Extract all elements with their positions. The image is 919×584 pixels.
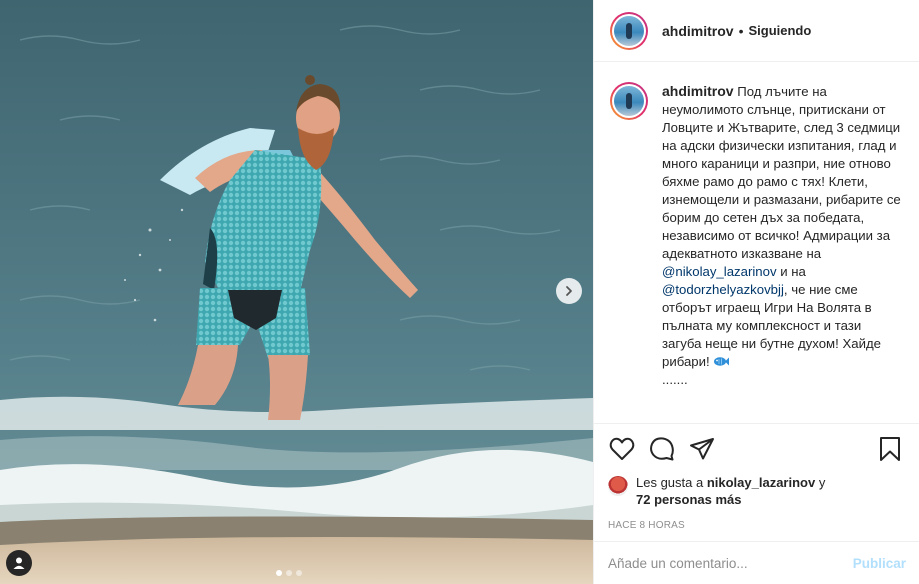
bookmark-icon bbox=[880, 437, 900, 461]
carousel-dot bbox=[286, 570, 292, 576]
carousel-indicator bbox=[276, 570, 302, 576]
comment-input[interactable] bbox=[608, 555, 845, 571]
likes-text: Les gusta a nikolay_lazarinov y 72 perso… bbox=[636, 474, 825, 508]
like-button[interactable] bbox=[608, 435, 636, 463]
post-timestamp[interactable]: HACE 8 HORAS bbox=[608, 520, 904, 531]
likes-prefix: Les gusta a bbox=[636, 475, 707, 490]
avatar[interactable] bbox=[610, 11, 648, 50]
beach-photo-image bbox=[0, 0, 593, 584]
publish-button[interactable]: Publicar bbox=[853, 556, 906, 571]
caption-body: и на bbox=[776, 264, 806, 279]
post-side-panel: ahdimitrov • Siguiendo ahdimitrov Под лъ… bbox=[593, 0, 919, 584]
user-tag-button[interactable] bbox=[6, 550, 32, 576]
liker-username[interactable]: nikolay_lazarinov bbox=[707, 475, 815, 490]
share-icon bbox=[690, 438, 714, 460]
avatar-image bbox=[614, 86, 644, 116]
user-tag-icon bbox=[13, 557, 25, 569]
likes-summary: Les gusta a nikolay_lazarinov y 72 perso… bbox=[608, 474, 904, 508]
chevron-right-icon bbox=[566, 286, 572, 296]
carousel-dot bbox=[296, 570, 302, 576]
following-button[interactable]: Siguiendo bbox=[748, 23, 811, 38]
share-button[interactable] bbox=[688, 435, 716, 463]
comment-button[interactable] bbox=[648, 435, 676, 463]
mention-link[interactable]: @todorzhelyazkovbjj bbox=[662, 282, 784, 297]
likes-count-link[interactable]: 72 personas más bbox=[636, 492, 742, 507]
caption-more[interactable]: ....... bbox=[662, 372, 688, 387]
separator-dot: • bbox=[738, 22, 744, 39]
fish-icon bbox=[713, 357, 729, 366]
mention-link[interactable]: @nikolay_lazarinov bbox=[662, 264, 777, 279]
post-header: ahdimitrov • Siguiendo bbox=[594, 0, 919, 62]
post-photo[interactable] bbox=[0, 0, 593, 584]
comment-bar: Publicar bbox=[594, 541, 919, 584]
action-icons bbox=[608, 434, 904, 464]
likes-joiner: y bbox=[815, 475, 826, 490]
comment-icon bbox=[650, 437, 674, 461]
caption-avatar[interactable] bbox=[610, 82, 648, 120]
caption-username[interactable]: ahdimitrov bbox=[662, 83, 734, 99]
heart-icon bbox=[609, 437, 635, 460]
carousel-dot-active bbox=[276, 570, 282, 576]
caption: ahdimitrov Под лъчите на неумолимото слъ… bbox=[594, 62, 919, 422]
header-username[interactable]: ahdimitrov bbox=[662, 23, 734, 39]
carousel-next-button[interactable] bbox=[556, 278, 582, 304]
avatar-image bbox=[614, 15, 644, 46]
caption-text: ahdimitrov Под лъчите на неумолимото слъ… bbox=[662, 82, 903, 422]
save-button[interactable] bbox=[876, 435, 904, 463]
caption-body: Под лъчите на неумолимото слънце, притис… bbox=[662, 84, 901, 261]
post-actions: Les gusta a nikolay_lazarinov y 72 perso… bbox=[594, 423, 919, 531]
liker-avatar[interactable] bbox=[608, 476, 628, 496]
